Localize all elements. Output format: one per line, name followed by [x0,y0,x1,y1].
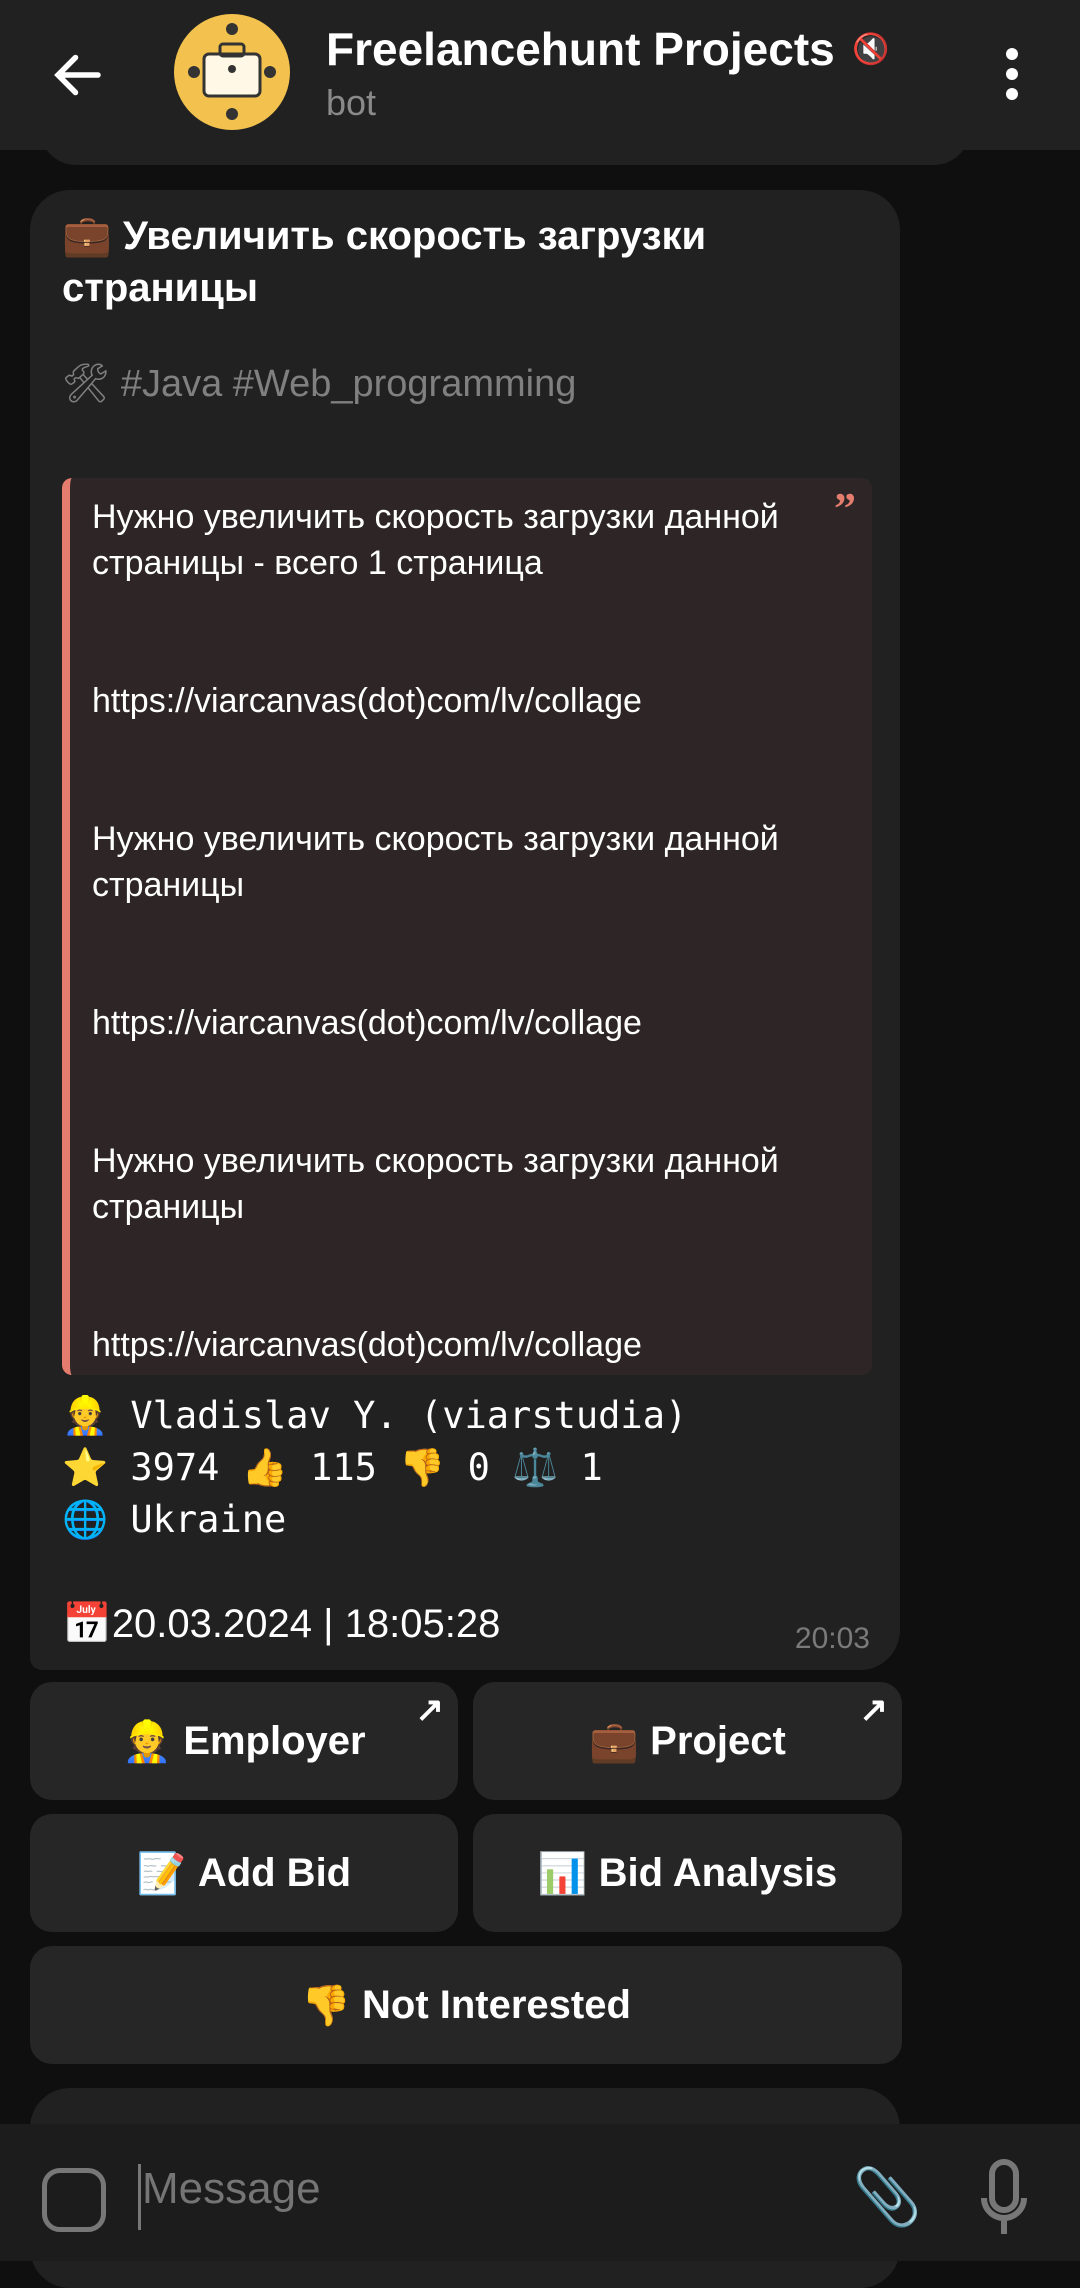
quote-line: Нужно увеличить скорость загрузки данной… [92,820,779,904]
button-label: Project [650,1718,786,1763]
date-value: 20.03.2024 | 18:05:28 [111,1602,501,1646]
text-cursor [138,2164,141,2230]
muted-speaker-icon: 🔇 [852,33,890,66]
bot-avatar[interactable] [174,14,290,130]
message-time: 20:03 [794,1622,870,1655]
tags-text[interactable]: #Java #Web_programming [121,363,577,405]
attach-paperclip-icon[interactable]: 📎 [852,2164,922,2230]
memo-icon: 📝 [136,1851,187,1896]
thumbs-up-icon: 👍 [241,1446,288,1489]
employer-info: 👷 Vladislav Y. (viarstudia) ⭐ 3974 👍 115 … [62,1390,687,1546]
arbitrage-count: 1 [580,1446,603,1489]
project-description-quote: ” Нужно увеличить скорость загрузки данн… [62,478,872,1375]
project-title-text: Увеличить скорость загрузки страницы [62,214,707,310]
positive-reviews: 115 [310,1446,377,1489]
project-title: 💼 Увеличить скорость загрузки страницы [62,210,862,314]
thumbs-down-icon: 👎 [399,1446,446,1489]
country: Ukraine [130,1498,287,1541]
quote-mark-icon: ” [834,484,856,533]
sticker-emoji-icon[interactable] [42,2168,106,2232]
project-date: 📅20.03.2024 | 18:05:28 [62,1600,500,1647]
button-label: Not Interested [362,1982,631,2027]
button-label: Employer [183,1718,366,1763]
project-tags: 🛠 #Java #Web_programming [62,362,576,406]
chat-header: Freelancehunt Projects 🔇 bot [0,0,1080,150]
quote-line: https://viarcanvas(dot)com/lv/collage [92,1004,642,1042]
star-icon: ⭐ [62,1446,109,1489]
tools-icon: 🛠 [62,363,111,405]
employer-button[interactable]: 👷 Employer ↗ [30,1682,458,1800]
more-options-icon[interactable] [1000,48,1024,108]
not-interested-button[interactable]: 👎 Not Interested [30,1946,902,2064]
negative-reviews: 0 [467,1446,490,1489]
briefcase-icon: 💼 [589,1719,640,1764]
bid-analysis-button[interactable]: 📊 Bid Analysis [473,1814,902,1932]
worker-icon: 👷 [122,1719,173,1764]
scales-icon: ⚖️ [512,1446,559,1489]
back-arrow-icon[interactable] [48,45,108,105]
message-bubble: 💼 Увеличить скорость загрузки страницы 🛠… [30,190,900,1670]
add-bid-button[interactable]: 📝 Add Bid [30,1814,458,1932]
microphone-icon[interactable] [980,2158,1028,2238]
employer-name: Vladislav Y. (viarstudia) [130,1394,688,1437]
message-input-bar: 📎 [0,2124,1080,2261]
quote-line: Нужно увеличить скорость загрузки данной… [92,1142,779,1226]
button-label: Add Bid [197,1850,352,1895]
external-link-icon: ↗ [859,1691,889,1729]
thumbs-down-icon: 👎 [301,1983,351,2028]
globe-icon: 🌐 [62,1498,109,1541]
quote-line: https://viarcanvas(dot)com/lv/collage [92,1326,642,1364]
quote-line: Нужно увеличить скорость загрузки данной… [92,498,779,582]
bar-chart-icon: 📊 [537,1851,588,1896]
quote-line: https://viarcanvas(dot)com/lv/collage [92,682,642,720]
button-label: Bid Analysis [598,1850,838,1895]
worker-icon: 👷 [62,1394,109,1437]
chat-title[interactable]: Freelancehunt Projects [326,22,835,76]
calendar-icon: 📅 [62,1602,112,1646]
rating: 3974 [130,1446,220,1489]
external-link-icon: ↗ [415,1691,445,1729]
chat-subtitle: bot [326,82,377,123]
project-button[interactable]: 💼 Project ↗ [473,1682,902,1800]
briefcase-icon: 💼 [62,214,112,258]
message-input[interactable] [142,2164,842,2214]
